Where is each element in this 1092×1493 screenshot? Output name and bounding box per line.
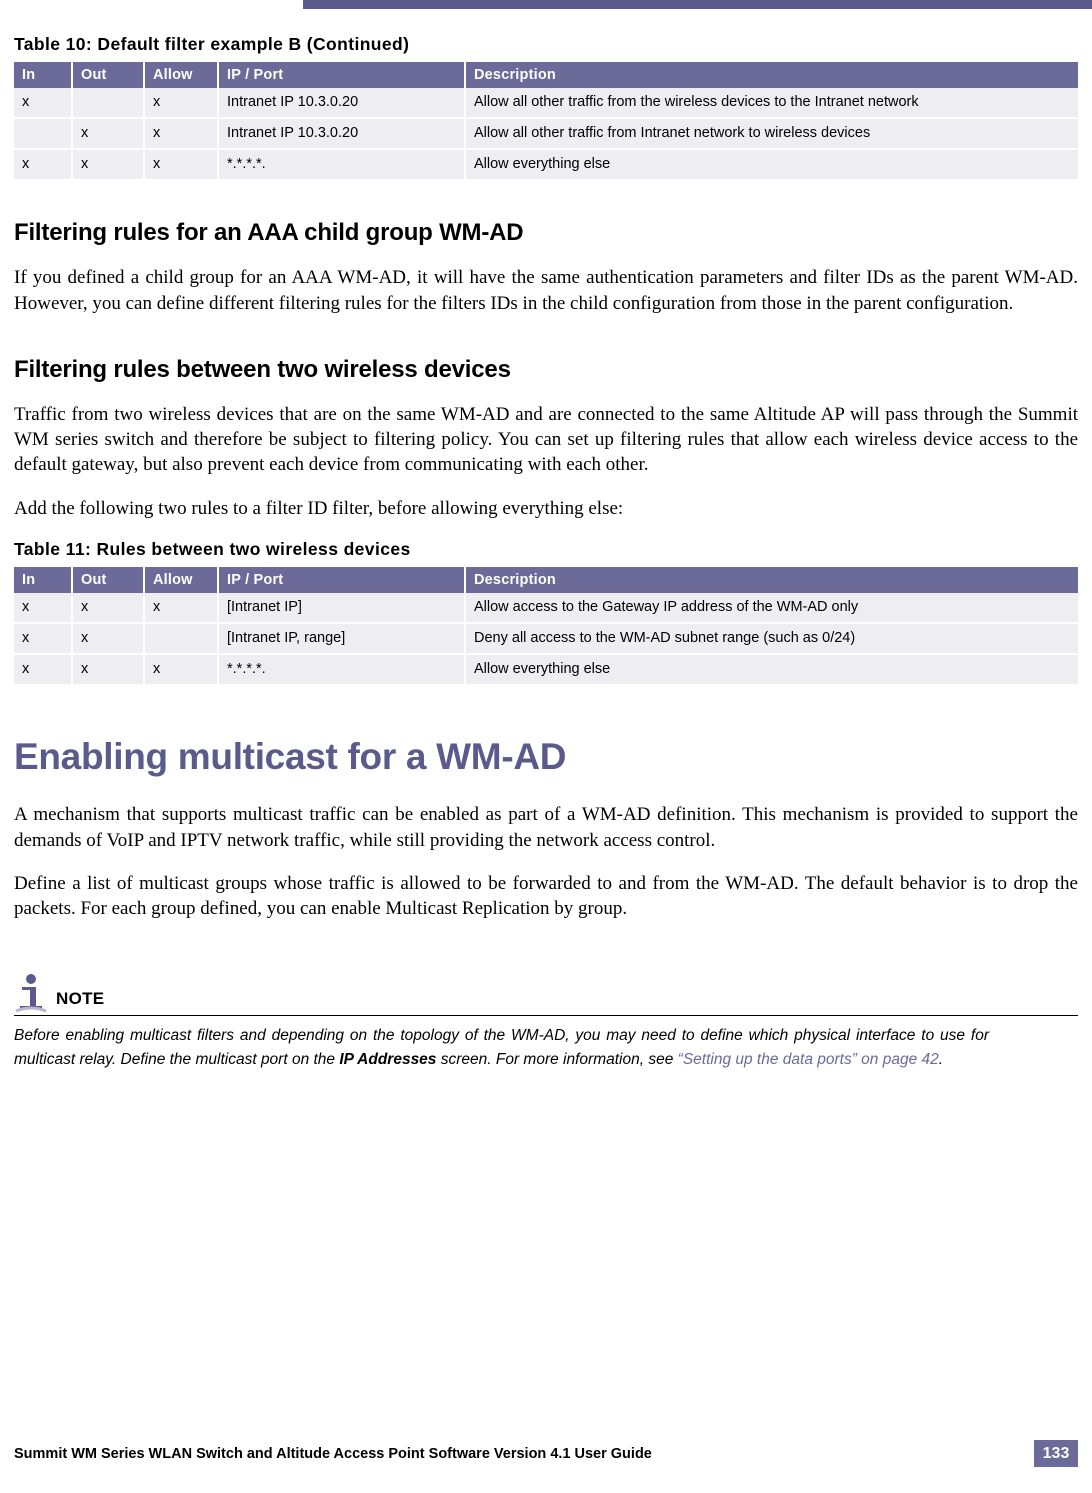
cell-allow: x: [144, 88, 219, 120]
cell-description: Deny all access to the WM-AD subnet rang…: [465, 623, 1078, 656]
cell-in: x: [14, 149, 73, 180]
cell-allow: x: [144, 118, 219, 151]
paragraph: Add the following two rules to a filter …: [14, 497, 624, 519]
table-row: x x x *.*.*.*. Allow everything else: [14, 149, 1078, 180]
cell-out: [72, 88, 145, 120]
paragraph: Traffic from two wireless devices that a…: [14, 403, 1078, 476]
cell-ipport: Intranet IP 10.3.0.20: [218, 88, 466, 120]
table-row: x x Intranet IP 10.3.0.20 Allow all othe…: [14, 88, 1078, 120]
column-header-allow: Allow: [144, 566, 219, 593]
table-row: x x Intranet IP 10.3.0.20 Allow all othe…: [14, 118, 1078, 151]
cell-out: x: [72, 592, 145, 625]
column-header-in: In: [14, 62, 73, 88]
chapter-heading-enabling-multicast: Enabling multicast for a WM-AD: [14, 736, 567, 778]
paragraph: Define a list of multicast groups whose …: [14, 872, 1078, 920]
info-icon: [14, 973, 48, 1013]
cell-ipport: [Intranet IP, range]: [218, 623, 466, 656]
cell-out: x: [72, 149, 145, 180]
note-text-part2: screen. For more information, see: [436, 1050, 678, 1068]
cell-out: x: [72, 654, 145, 685]
cell-ipport: *.*.*.*.: [218, 654, 466, 685]
note-text-bold: IP Addresses: [339, 1050, 437, 1068]
cell-allow: x: [144, 149, 219, 180]
cell-ipport: [Intranet IP]: [218, 592, 466, 625]
page-footer: Summit WM Series WLAN Switch and Altitud…: [14, 1440, 1078, 1467]
page-top-bar: [303, 0, 1092, 9]
cell-in: x: [14, 623, 73, 656]
page-number-badge: 133: [1034, 1440, 1078, 1467]
column-header-ipport: IP / Port: [218, 62, 466, 88]
note-text-part3: .: [938, 1050, 944, 1068]
note-text: Before enabling multicast filters and de…: [14, 1024, 989, 1071]
column-header-in: In: [14, 566, 73, 593]
cell-description: Allow everything else: [465, 654, 1078, 685]
cell-ipport: *.*.*.*.: [218, 149, 466, 180]
table-row: x x [Intranet IP, range] Deny all access…: [14, 623, 1078, 656]
cell-in: [14, 118, 73, 151]
column-header-ipport: IP / Port: [218, 566, 466, 593]
footer-title: Summit WM Series WLAN Switch and Altitud…: [14, 1445, 652, 1462]
cell-description: Allow access to the Gateway IP address o…: [465, 592, 1078, 625]
column-header-out: Out: [72, 566, 145, 593]
cell-in: x: [14, 88, 73, 120]
column-header-out: Out: [72, 62, 145, 88]
table-11-caption: Table 11: Rules between two wireless dev…: [14, 538, 411, 559]
table-10: In Out Allow IP / Port Description x x I…: [14, 62, 1078, 180]
table-11: In Out Allow IP / Port Description x x x…: [14, 566, 1078, 685]
cell-out: x: [72, 623, 145, 656]
column-header-allow: Allow: [144, 62, 219, 88]
cell-in: x: [14, 654, 73, 685]
cell-allow: x: [144, 654, 219, 685]
table-row: x x x *.*.*.*. Allow everything else: [14, 654, 1078, 685]
paragraph: If you defined a child group for an AAA …: [14, 267, 1078, 314]
cell-description: Allow everything else: [465, 149, 1078, 180]
document-page: Table 10: Default filter example B (Cont…: [0, 0, 1092, 1493]
cell-allow: x: [144, 592, 219, 625]
cell-out: x: [72, 118, 145, 151]
table-header-row: In Out Allow IP / Port Description: [14, 62, 1078, 88]
table-row: x x x [Intranet IP] Allow access to the …: [14, 592, 1078, 625]
cell-in: x: [14, 592, 73, 625]
section-heading-two-wireless-devices: Filtering rules between two wireless dev…: [14, 355, 511, 383]
column-header-description: Description: [465, 566, 1078, 593]
note-label: NOTE: [56, 989, 105, 1009]
column-header-description: Description: [465, 62, 1078, 88]
table-header-row: In Out Allow IP / Port Description: [14, 566, 1078, 593]
note-block: NOTE Before enabling multicast filters a…: [14, 973, 1078, 1071]
note-cross-reference-link[interactable]: “Setting up the data ports” on page 42: [678, 1051, 939, 1068]
cell-allow: [144, 623, 219, 656]
section-heading-aaa-child-group: Filtering rules for an AAA child group W…: [14, 219, 524, 247]
cell-description: Allow all other traffic from Intranet ne…: [465, 118, 1078, 151]
table-10-caption: Table 10: Default filter example B (Cont…: [14, 34, 410, 54]
cell-ipport: Intranet IP 10.3.0.20: [218, 118, 466, 151]
cell-description: Allow all other traffic from the wireles…: [465, 88, 1078, 120]
document-content: Table 10: Default filter example B (Cont…: [14, 34, 1078, 1071]
note-header: NOTE: [14, 973, 1078, 1017]
paragraph: A mechanism that supports multicast traf…: [14, 804, 1078, 851]
